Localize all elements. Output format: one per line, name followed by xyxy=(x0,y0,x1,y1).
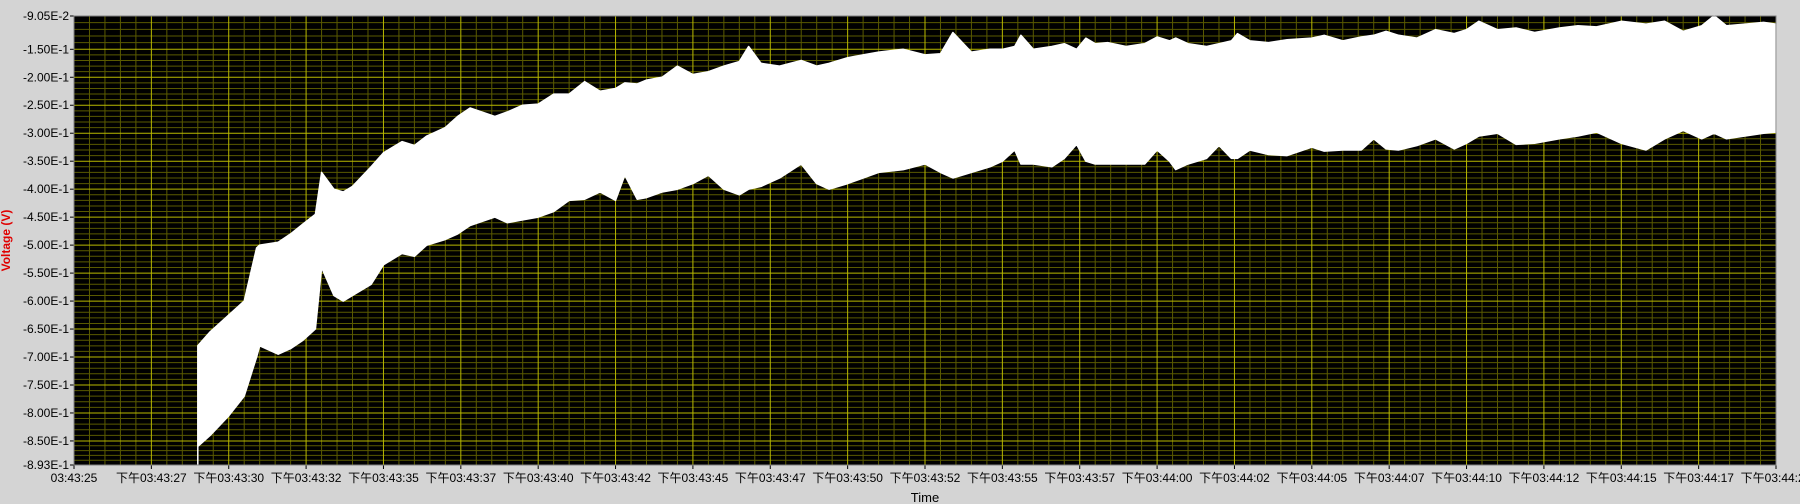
y-tick-label: -3.00E-1 xyxy=(23,126,69,140)
x-tick-label: 下午03:44:12 xyxy=(1509,471,1580,485)
y-tick-label: -7.50E-1 xyxy=(23,378,69,392)
voltage-time-chart: -9.05E-2 -1.50E-1 -2.00E-1 -2.50E-1 -3.00E-1… xyxy=(0,9,1800,504)
x-tick-label: 下午03:44:20 xyxy=(1741,471,1800,485)
x-tick-label: 下午03:43:40 xyxy=(503,471,574,485)
x-tick-label: 下午03:43:50 xyxy=(812,471,883,485)
x-tick-label: 下午03:43:42 xyxy=(580,471,651,485)
y-tick-label: -5.50E-1 xyxy=(23,266,69,280)
x-axis-label: Time xyxy=(911,490,939,504)
x-tick-label: 下午03:44:07 xyxy=(1354,471,1425,485)
x-tick-label: 下午03:43:57 xyxy=(1044,471,1115,485)
x-tick-label: 下午03:43:47 xyxy=(735,471,806,485)
y-tick-label: -2.50E-1 xyxy=(23,98,69,112)
y-tick-label: -6.50E-1 xyxy=(23,322,69,336)
x-axis-ticks: 03:43:25 下午03:43:27 下午03:43:30 下午03:43:32 下午… xyxy=(51,465,1800,485)
x-tick-label: 下午03:44:05 xyxy=(1276,471,1347,485)
x-tick-label: 下午03:44:00 xyxy=(1122,471,1193,485)
x-tick-label: 下午03:44:02 xyxy=(1199,471,1270,485)
y-tick-label: -4.00E-1 xyxy=(23,182,69,196)
chart-panel: -9.05E-2 -1.50E-1 -2.00E-1 -2.50E-1 -3.00E-1… xyxy=(0,0,1800,504)
x-tick-label: 下午03:43:27 xyxy=(116,471,187,485)
x-tick-label: 下午03:43:30 xyxy=(193,471,264,485)
y-axis-ticks: -9.05E-2 -1.50E-1 -2.00E-1 -2.50E-1 -3.00E-1… xyxy=(23,9,74,472)
y-tick-label: -2.00E-1 xyxy=(23,70,69,84)
y-tick-label: -5.00E-1 xyxy=(23,238,69,252)
y-tick-label: -3.50E-1 xyxy=(23,154,69,168)
y-tick-label: -7.00E-1 xyxy=(23,350,69,364)
y-tick-label: -6.00E-1 xyxy=(23,294,69,308)
y-axis-label: Voltage (V) xyxy=(0,210,13,272)
x-tick-label: 下午03:44:15 xyxy=(1586,471,1657,485)
x-tick-label: 下午03:44:10 xyxy=(1431,471,1502,485)
x-tick-label: 下午03:43:55 xyxy=(967,471,1038,485)
y-tick-label: -8.00E-1 xyxy=(23,406,69,420)
y-tick-label: -9.05E-2 xyxy=(23,9,69,23)
x-tick-label: 下午03:43:52 xyxy=(890,471,961,485)
y-tick-label: -8.93E-1 xyxy=(23,458,69,472)
y-tick-label: -8.50E-1 xyxy=(23,434,69,448)
x-tick-label: 下午03:43:37 xyxy=(425,471,496,485)
y-tick-label: -4.50E-1 xyxy=(23,210,69,224)
y-tick-label: -1.50E-1 xyxy=(23,42,69,56)
x-tick-label: 下午03:44:17 xyxy=(1663,471,1734,485)
x-tick-label: 下午03:43:45 xyxy=(658,471,729,485)
x-tick-label: 下午03:43:35 xyxy=(348,471,419,485)
x-tick-label: 下午03:43:32 xyxy=(271,471,342,485)
x-tick-label: 03:43:25 xyxy=(51,471,98,485)
